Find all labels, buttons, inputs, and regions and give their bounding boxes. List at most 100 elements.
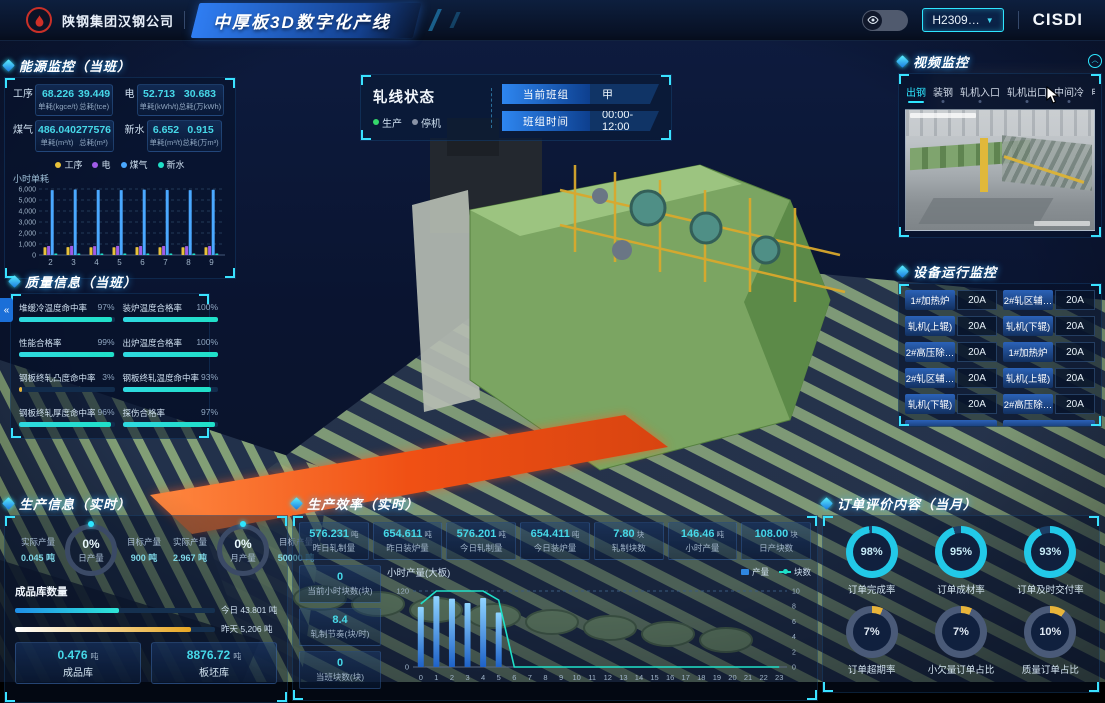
energy-card: 工序68.226单耗(kgce/t)39.449总耗(tce)	[11, 84, 118, 116]
energy-card: 电52.713单耗(kWh/t)30.683总耗(万kWh)	[123, 84, 230, 116]
video-tab[interactable]: 出钢	[905, 82, 927, 103]
stat-label: 昨日装炉量	[386, 542, 429, 554]
efficiency-stat-card: 576.231吨昨日轧制量	[299, 522, 369, 560]
efficiency-stat-card: 576.201吨今日轧制量	[446, 522, 516, 560]
tab-indicator	[942, 100, 945, 103]
energy-value: 68.226	[38, 88, 78, 100]
quality-item: 堆缓冷温度命中率97%	[19, 302, 115, 329]
hourly-chart-legend: 产量 块数	[741, 566, 811, 578]
cisdi-logo: CISDI	[1033, 10, 1083, 30]
donut-label: 质量订单占比	[1022, 662, 1079, 676]
panel-collapse-tab[interactable]: «	[0, 298, 13, 322]
video-tabs: 出钢装钢轧机入口轧机出口中间冷电动辊	[905, 82, 1095, 103]
panel-production-title: 生产信息（实时）	[19, 494, 131, 513]
energy-hourly-chart: 01,0002,0003,0004,0005,0006,00023456789	[11, 185, 227, 267]
quality-label: 探伤合格率	[123, 407, 166, 419]
order-donut: 7%订单超期率	[829, 606, 914, 676]
top-bar: 陕钢集团汉钢公司 中厚板3D数字化产线 H2309… ▼ CISDI	[0, 0, 1105, 41]
donut-ring: 10%	[1024, 606, 1076, 658]
video-tab[interactable]: 轧机出口	[1006, 82, 1048, 103]
legend-marker-icon	[158, 162, 164, 168]
energy-legend: 工序电煤气新水	[11, 158, 229, 171]
svg-text:8: 8	[792, 604, 796, 611]
quality-item: 钢板终轧温度命中率93%	[123, 372, 219, 399]
efficiency-stat-card: 108.00块日产块数	[741, 522, 811, 560]
svg-text:6: 6	[792, 619, 796, 626]
stat-label: 今日装炉量	[534, 542, 577, 554]
quality-label: 堆缓冷温度命中率	[19, 302, 87, 314]
visibility-toggle[interactable]	[862, 10, 908, 31]
svg-text:2: 2	[48, 258, 53, 267]
equipment-label-chip: 轧机(上辊)	[1003, 368, 1053, 388]
stat-unit: 吨	[424, 530, 432, 539]
stat-value: 576.201吨	[457, 528, 506, 540]
video-collapse-button[interactable]: ︿	[1088, 54, 1102, 68]
stat-unit: 块	[637, 530, 645, 539]
svg-text:19: 19	[713, 673, 721, 682]
panel-quality-header: 质量信息（当班）	[10, 272, 210, 290]
equipment-label-chip: 2#高压除…	[905, 342, 955, 362]
panel-energy: 能源监控（当班） 工序68.226单耗(kgce/t)39.449总耗(tce)…	[4, 56, 236, 279]
quality-label: 钢板终轧温度命中率	[123, 372, 200, 384]
camera-feed[interactable]	[905, 109, 1095, 231]
decor-slash	[428, 9, 442, 31]
gauge-left-label: 实际产量	[167, 536, 213, 548]
company-logo-icon	[26, 7, 52, 33]
panel-equipment-title: 设备运行监控	[913, 262, 997, 281]
quality-value: 96%	[98, 407, 115, 419]
mill-status-row-label: 当前班组	[502, 84, 590, 104]
energy-chart-label: 小时单耗	[13, 172, 229, 185]
hourly-output-chart-box: 小时产量(大板) 产量块数 01200246810012345678910111…	[387, 565, 811, 689]
equipment-row-partial	[905, 420, 1095, 427]
svg-text:7: 7	[528, 673, 532, 682]
legend-marker-icon	[412, 119, 418, 125]
stock-card: 0.476吨成品库	[15, 642, 141, 684]
stock-card-unit: 吨	[91, 652, 99, 661]
panel-video-header: 视频监控 ︿	[898, 52, 1102, 70]
energy-unit: 单耗(kWh/t)	[140, 101, 179, 112]
energy-card-group: 新水	[125, 121, 145, 150]
chevron-down-icon: ▼	[986, 16, 994, 25]
side-stat-label: 轧制节奏(块/时)	[310, 628, 369, 640]
svg-text:5: 5	[117, 258, 122, 267]
svg-text:9: 9	[559, 673, 563, 682]
svg-text:12: 12	[604, 673, 612, 682]
video-tab[interactable]: 装钢	[932, 82, 954, 103]
donut-percent: 98%	[846, 526, 898, 578]
stock-card-name: 板坯库	[199, 664, 229, 679]
hourly-output-chart: 0120024681001234567891011121314151617181…	[387, 579, 811, 683]
production-gauge: 实际产量0.045 吨0%日产量目标产量900 吨	[15, 524, 167, 576]
line-selector-dropdown[interactable]: H2309… ▼	[922, 8, 1003, 32]
efficiency-stat-card: 7.80块轧制块数	[594, 522, 664, 560]
panel-mill-status: 轧线状态 生产停机 当前班组甲班组时间00:00-12:00	[360, 74, 672, 141]
stock-bar: 昨天 5,206 吨	[15, 623, 277, 635]
diamond-icon	[2, 497, 15, 510]
energy-cards: 工序68.226单耗(kgce/t)39.449总耗(tce)电52.713单耗…	[11, 84, 229, 152]
legend-item: 停机	[412, 115, 441, 130]
donut-percent: 7%	[935, 606, 987, 658]
panel-equipment: 设备运行监控 1#加热炉20A2#轧区辅…20A轧机(上辊)20A轧机(下辊)2…	[898, 262, 1102, 427]
tab-indicator	[908, 101, 924, 103]
video-tab[interactable]: 电动辊	[1090, 82, 1095, 103]
efficiency-stat-card: 146.46吨小时产量	[668, 522, 738, 560]
energy-value: 30.683	[179, 88, 222, 100]
donut-percent: 95%	[935, 526, 987, 578]
camera-crane	[980, 138, 988, 192]
order-donut: 7%小欠量订单占比	[918, 606, 1003, 676]
mill-status-row-label: 班组时间	[502, 111, 590, 131]
svg-text:0: 0	[792, 665, 796, 672]
svg-text:4: 4	[481, 673, 485, 682]
energy-card-group: 煤气	[13, 121, 33, 150]
svg-text:5: 5	[497, 673, 501, 682]
eye-icon	[863, 11, 882, 30]
mill-status-title: 轧线状态	[373, 86, 481, 107]
legend-label: 块数	[794, 566, 811, 578]
equipment-label-chip: 2#高压除…	[1003, 394, 1053, 414]
energy-card-group: 电	[125, 85, 135, 114]
legend-item: 产量	[741, 566, 769, 578]
quality-label: 钢板终轧厚度命中率	[19, 407, 96, 419]
legend-line-icon	[779, 571, 791, 573]
video-tab[interactable]: 轧机入口	[959, 82, 1001, 103]
equipment-value: 20A	[1055, 368, 1095, 388]
diamond-icon	[896, 265, 909, 278]
